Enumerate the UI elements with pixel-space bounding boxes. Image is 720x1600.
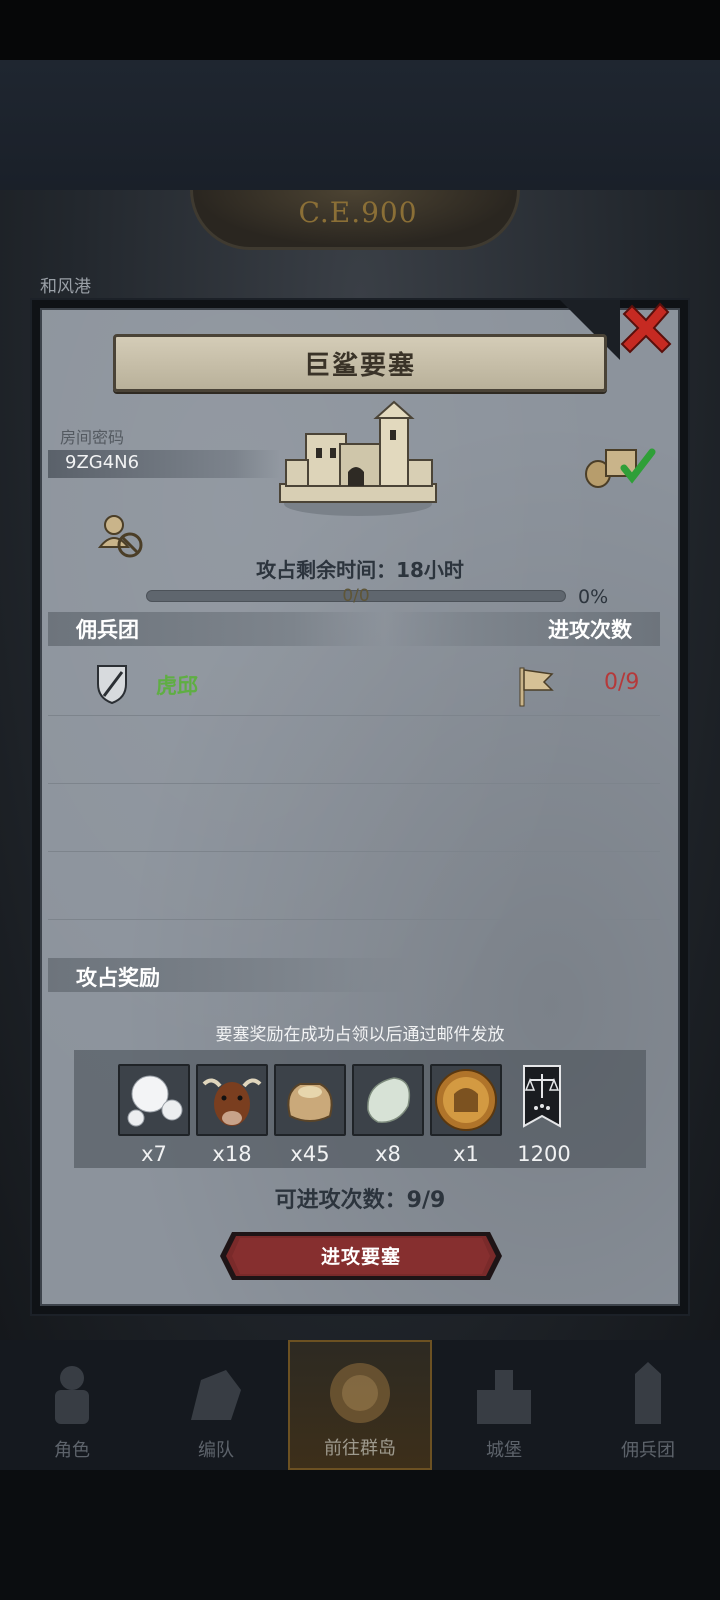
nav-item-castle[interactable]: 城堡 (432, 1340, 576, 1470)
jade-stone-icon (367, 1077, 411, 1123)
reward-qty: x1 (453, 1142, 479, 1166)
nav-label: 佣兵团 (621, 1440, 675, 1461)
loot-claimed-icon[interactable] (584, 442, 656, 490)
reward-slot[interactable] (508, 1064, 580, 1136)
room-code-label: 房间密码 (60, 428, 125, 447)
castle-icon (477, 1370, 531, 1424)
nav-label: 编队 (198, 1440, 234, 1461)
knight-helmet-coin-icon (435, 1069, 497, 1131)
nav-item-character[interactable]: 角色 (0, 1340, 144, 1470)
col-attacks: 进攻次数 (548, 618, 632, 642)
attack-fortress-button[interactable]: 进攻要塞 (218, 1230, 504, 1282)
table-row-empty (48, 716, 660, 784)
ox-icon (202, 1078, 262, 1126)
bottom-navigation: 角色 编队 前往群岛 城堡 佣兵团 (0, 1340, 720, 1470)
nav-label: 前往群岛 (324, 1438, 396, 1459)
knight-icon (55, 1366, 89, 1424)
dialog-title: 巨鲨要塞 (303, 350, 416, 381)
grain-sack-icon (287, 1083, 333, 1122)
table-row[interactable]: 虎邱 0/9 (48, 648, 660, 716)
mercenary-name: 虎邱 (156, 674, 198, 698)
nav-item-islands[interactable]: 前往群岛 (288, 1340, 432, 1470)
reward-qty: x18 (212, 1142, 252, 1166)
reward-title: 攻占奖励 (76, 966, 160, 990)
reward-slot[interactable] (352, 1064, 424, 1136)
horse-helmet-icon (191, 1370, 241, 1420)
remaining-attacks: 可进攻次数：9/9 (274, 1188, 446, 1213)
close-icon (620, 302, 672, 354)
reward-qty: 1200 (517, 1142, 571, 1166)
port-name-label[interactable]: 和风港 (40, 272, 91, 297)
reward-note: 要塞奖励在成功占领以后通过邮件发放 (215, 1025, 505, 1045)
top-hud-background (0, 60, 720, 190)
table-row-empty (48, 784, 660, 852)
progress-count: 0/0 (342, 586, 370, 606)
nav-label: 城堡 (486, 1440, 522, 1461)
reward-slot[interactable] (274, 1064, 346, 1136)
reward-slot[interactable] (430, 1064, 502, 1136)
nav-item-formation[interactable]: 编队 (144, 1340, 288, 1470)
close-button[interactable] (612, 298, 686, 358)
era-label: C.E.900 (298, 196, 418, 229)
attack-count: 0/9 (604, 670, 640, 695)
shield-sword-icon (97, 665, 127, 704)
occupation-timer: 攻占剩余时间：18小时 (256, 558, 464, 582)
nav-label: 角色 (54, 1440, 90, 1461)
reward-slot[interactable] (118, 1064, 190, 1136)
reward-qty: x45 (290, 1142, 330, 1166)
reward-slot[interactable] (196, 1064, 268, 1136)
attack-button-label: 进攻要塞 (320, 1246, 401, 1268)
tower-icon (635, 1362, 661, 1424)
progress-percent: 0% (578, 586, 609, 608)
pearl-icon (127, 1075, 183, 1127)
reward-qty: x8 (375, 1142, 401, 1166)
fortress-castle-icon (279, 400, 437, 516)
title-plate: 巨鲨要塞 (113, 334, 607, 392)
bottom-background (0, 1470, 720, 1600)
nav-item-mercenary[interactable]: 佣兵团 (576, 1340, 720, 1470)
compass-icon (330, 1363, 390, 1423)
justice-banner-icon (523, 1065, 561, 1128)
reward-qty: x7 (141, 1142, 167, 1166)
table-row-empty (48, 852, 660, 920)
room-code[interactable]: 9ZG4N6 (65, 452, 139, 473)
status-bar-area (0, 0, 720, 60)
flag-icon (519, 667, 554, 707)
era-dial: C.E.900 (190, 190, 520, 250)
col-mercenary: 佣兵团 (76, 618, 139, 642)
